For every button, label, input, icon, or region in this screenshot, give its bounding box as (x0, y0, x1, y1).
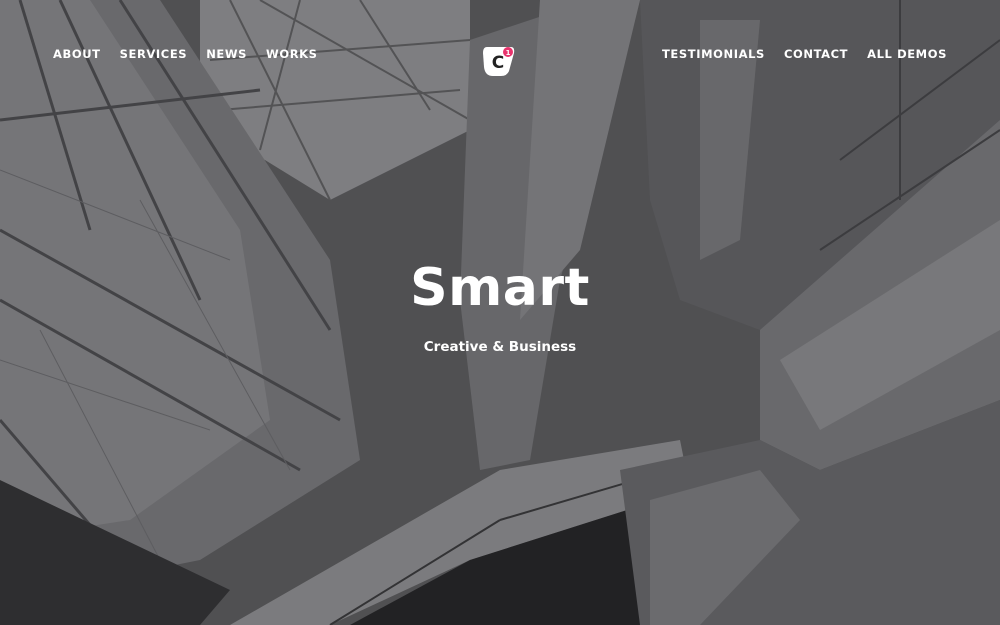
logo-shape: C 1 (483, 47, 515, 76)
main-nav-right: TESTIMONIALS CONTACT ALL DEMOS (662, 47, 947, 61)
hero-subtitle: Creative & Business (423, 339, 577, 355)
nav-link-all-demos[interactable]: ALL DEMOS (867, 47, 947, 61)
main-nav-left: ABOUT SERVICES NEWS WORKS (53, 47, 318, 61)
logo-badge-text: 1 (506, 49, 511, 57)
nav-link-contact[interactable]: CONTACT (784, 47, 848, 61)
hero-title: Smart (410, 258, 590, 318)
nav-link-services[interactable]: SERVICES (120, 47, 188, 61)
nav-link-news[interactable]: NEWS (206, 47, 247, 61)
logo-letter: C (492, 53, 504, 73)
nav-link-works[interactable]: WORKS (266, 47, 318, 61)
brand-logo-icon[interactable]: C 1 (481, 43, 517, 79)
nav-link-about[interactable]: ABOUT (53, 47, 101, 61)
nav-link-testimonials[interactable]: TESTIMONIALS (662, 47, 765, 61)
